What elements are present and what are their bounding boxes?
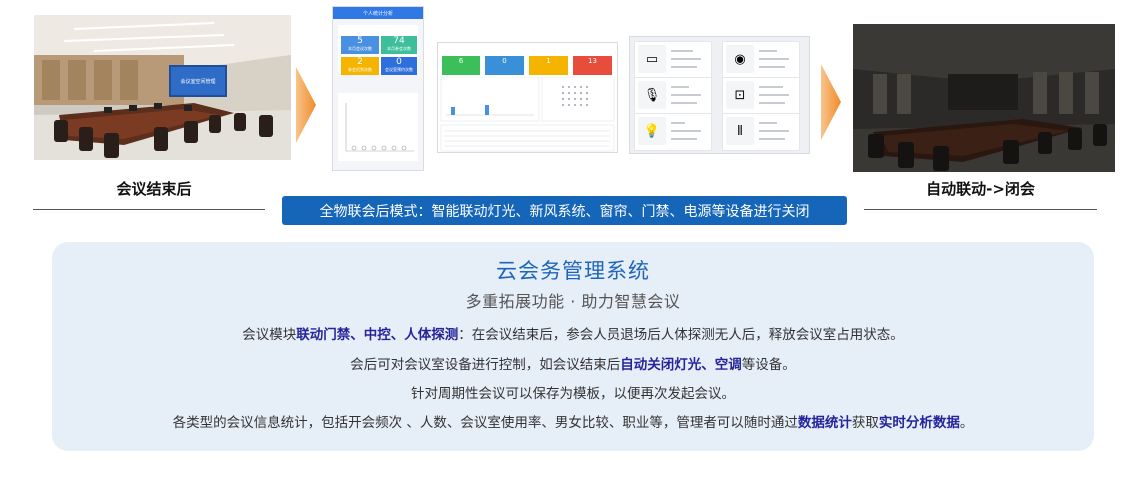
- panel-line-2: 会后可对会议室设备进行控制，如会议结束后自动关闭灯光、空调等设备。: [350, 357, 796, 373]
- meeting-room-photo-dark: [853, 24, 1115, 172]
- phone-tile-3: 2 参会迟到次数: [341, 57, 379, 75]
- projector-icon: ▭: [638, 45, 666, 73]
- device-card-camera: ◉: [722, 41, 800, 79]
- panel-line-4: 各类型的会议信息统计，包括开会频次 、人数、会议室使用率、男女比较、职业等，管理…: [172, 415, 974, 431]
- phone-tile-4: 0 会议室预约次数: [381, 57, 417, 75]
- device-card-projector: ▭: [634, 41, 712, 79]
- caption-meeting-ended: 会议结束后: [116, 180, 192, 198]
- divider-right: [864, 209, 1097, 210]
- light-bulb-icon: 💡: [638, 117, 666, 145]
- divider-left: [33, 209, 265, 210]
- dash-stat-2: 0: [485, 56, 524, 75]
- panel-line-3: 针对周期性会议可以保存为模板，以便再次发起会议。: [411, 386, 735, 402]
- camera-icon: ◉: [726, 45, 754, 73]
- panel-subtitle: 多重拓展功能 · 助力智慧会议: [465, 292, 681, 311]
- phone-title: 个人统计分析: [333, 7, 423, 19]
- post-meeting-mode-banner: 全物联会后模式：智能联动灯光、新风系统、窗帘、门禁、电源等设备进行关闭: [282, 196, 847, 225]
- panel-title: 云会务管理系统: [496, 259, 650, 283]
- panel-line-1: 会议模块联动门禁、中控、人体探测：在会议结束后，参会人员退场后人体探测无人后，释…: [242, 327, 904, 343]
- device-card-curtain: ⫴: [722, 113, 800, 151]
- flow-arrow-2: [821, 64, 841, 140]
- dash-stat-3: 1: [529, 56, 568, 75]
- phone-statistics-screenshot: 个人统计分析 5 本月会议次数 74 本月参会次数 2 参会迟到次数 0 会议室…: [332, 6, 424, 171]
- microphone-icon: 🎙: [638, 81, 666, 109]
- dash-stat-4: 13: [573, 56, 612, 75]
- phone-tile-1: 5 本月会议次数: [341, 36, 379, 54]
- flow-arrow-1: [296, 67, 316, 143]
- dashboard-screenshot: 6 0 1 13: [437, 42, 618, 153]
- device-control-screenshot: ▭ ◉ 🎙 ⊡ 💡 ⫴: [629, 36, 810, 154]
- phone-tile-2: 74 本月参会次数: [381, 36, 417, 54]
- device-card-microphone: 🎙: [634, 77, 712, 115]
- caption-auto-close: 自动联动->闭会: [926, 180, 1035, 198]
- meeting-room-photo-lit: 会议室空间管理: [34, 15, 291, 160]
- device-card-light: 💡: [634, 113, 712, 151]
- curtain-icon: ⫴: [726, 117, 754, 145]
- phone-chart: [338, 93, 418, 161]
- dash-stat-1: 6: [442, 56, 480, 75]
- projector-screen-text: 会议室空间管理: [180, 78, 215, 85]
- device-card-socket: ⊡: [722, 77, 800, 115]
- power-socket-icon: ⊡: [726, 81, 754, 109]
